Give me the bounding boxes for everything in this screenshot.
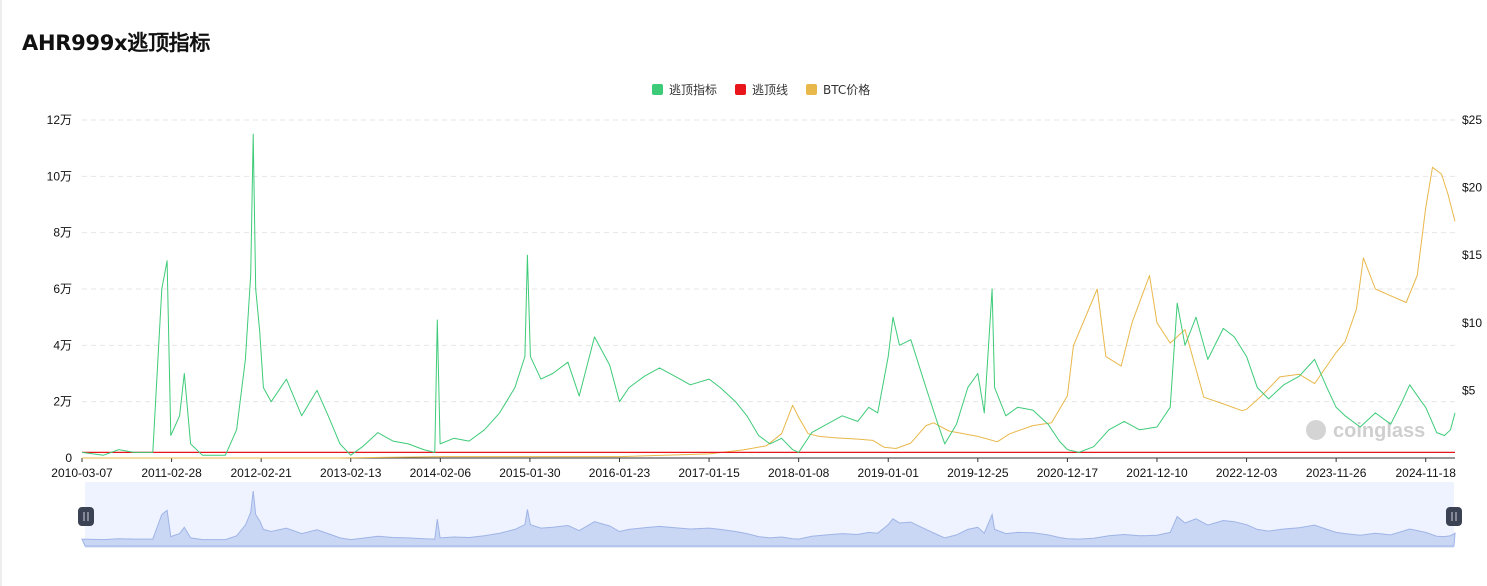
watermark-text: coinglass [1333, 420, 1425, 442]
x-tick-label: 2019-12-25 [947, 466, 1009, 480]
right-y-axis: $5 $10 $15 $20 $25 [1462, 113, 1482, 397]
left-y-tick-label: 12万 [47, 113, 72, 127]
x-tick-label: 2018-01-08 [768, 466, 830, 480]
right-y-tick-label: $25 [1462, 113, 1482, 127]
x-tick-label: 2010-03-07 [51, 466, 113, 480]
series-line-btc-price [82, 166, 1456, 459]
x-tick-label: 2020-12-17 [1037, 466, 1099, 480]
left-y-tick-label: 4万 [53, 338, 72, 352]
series-layer [81, 133, 1456, 459]
left-y-tick-label: 2万 [53, 395, 72, 409]
right-y-tick-label: $10 [1462, 316, 1482, 330]
left-y-tick-label: 6万 [53, 282, 72, 296]
x-tick-label: 2017-01-15 [678, 466, 740, 480]
zoom-handle-right[interactable] [1446, 507, 1462, 526]
right-y-tick-label: $5 [1462, 383, 1476, 397]
x-tick-label: 2011-02-28 [141, 466, 202, 480]
chart-canvas[interactable]: 0 2万 4万 6万 8万 10万 12万 $5 $10 $15 $20 $25 2010-03-0… [0, 0, 1487, 586]
left-y-tick-label: 10万 [47, 169, 72, 183]
x-tick-label: 2013-02-13 [320, 466, 382, 480]
x-tick-label: 2023-11-26 [1306, 466, 1367, 480]
x-axis: 2010-03-07 2011-02-28 2012-02-21 2013-02-13… [51, 457, 1456, 480]
grid-lines [82, 119, 1455, 403]
right-y-tick-label: $15 [1462, 248, 1482, 262]
x-tick-label: 2016-01-23 [589, 466, 651, 480]
left-y-tick-label: 0 [65, 451, 72, 465]
zoom-handle-left-knob[interactable] [78, 507, 94, 526]
watermark-logo-icon [1306, 420, 1326, 440]
x-tick-label: 2021-12-10 [1126, 466, 1188, 480]
zoom-handle-right-knob[interactable] [1446, 507, 1462, 526]
x-tick-label: 2022-12-03 [1216, 466, 1278, 480]
right-y-tick-label: $20 [1462, 181, 1482, 195]
x-tick-label: 2015-01-30 [499, 466, 561, 480]
left-y-axis: 0 2万 4万 6万 8万 10万 12万 [47, 113, 73, 465]
x-tick-label: 2024-11-18 [1395, 466, 1456, 480]
zoom-handle-left[interactable] [78, 507, 94, 526]
x-tick-label: 2014-02-06 [410, 466, 472, 480]
x-tick-label: 2019-01-01 [858, 466, 920, 480]
zoom-slider[interactable] [78, 482, 1462, 548]
left-y-tick-label: 8万 [53, 226, 72, 240]
x-tick-label: 2012-02-21 [230, 466, 292, 480]
watermark: coinglass [1306, 420, 1425, 442]
